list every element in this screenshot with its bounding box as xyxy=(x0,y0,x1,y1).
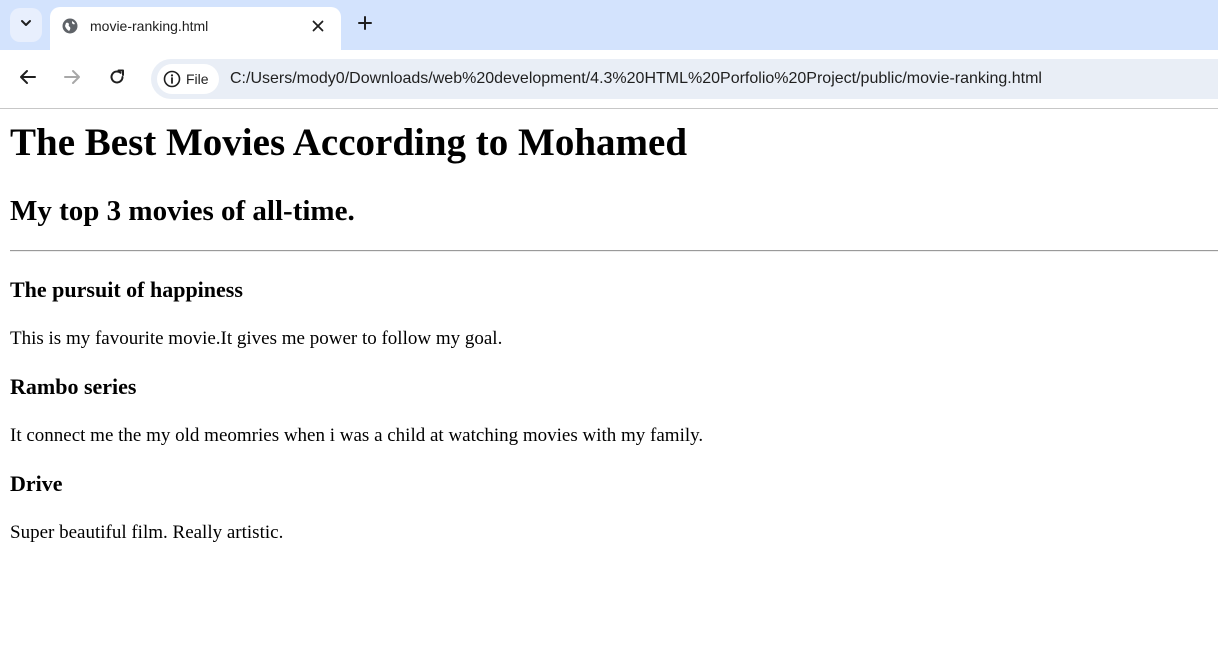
browser-toolbar: File C:/Users/mody0/Downloads/web%20deve… xyxy=(0,50,1218,109)
reload-icon xyxy=(108,68,126,91)
movie-title-1: The pursuit of happiness xyxy=(10,277,243,302)
page-title: The Best Movies According to Mohamed xyxy=(10,121,688,164)
info-icon xyxy=(163,70,181,88)
site-info-chip[interactable]: File xyxy=(157,64,219,94)
movie-title-3: Drive xyxy=(10,471,63,496)
tab-search-button[interactable] xyxy=(10,8,42,42)
close-icon[interactable] xyxy=(308,16,328,36)
address-bar[interactable]: File C:/Users/mody0/Downloads/web%20deve… xyxy=(151,59,1218,99)
movie-description-2: It connect me the my old meomries when i… xyxy=(10,425,704,446)
back-button[interactable] xyxy=(14,65,42,93)
arrow-left-icon xyxy=(19,68,37,91)
divider xyxy=(10,250,1218,252)
plus-icon xyxy=(357,15,373,36)
tab-title: movie-ranking.html xyxy=(90,18,209,34)
reload-button[interactable] xyxy=(103,65,131,93)
movie-description-1: This is my favourite movie.It gives me p… xyxy=(10,328,503,349)
movie-title-2: Rambo series xyxy=(10,374,137,399)
globe-icon xyxy=(62,18,78,34)
chevron-down-icon xyxy=(19,16,33,35)
arrow-right-icon xyxy=(63,68,81,91)
movie-description-3: Super beautiful film. Really artistic. xyxy=(10,522,284,543)
url-text[interactable]: C:/Users/mody0/Downloads/web%20developme… xyxy=(230,69,1042,89)
tab-strip: movie-ranking.html xyxy=(0,0,1218,50)
tab-movie-ranking[interactable]: movie-ranking.html xyxy=(50,7,341,50)
page-subtitle: My top 3 movies of all-time. xyxy=(10,195,355,227)
new-tab-button[interactable] xyxy=(352,12,378,38)
forward-button[interactable] xyxy=(58,65,86,93)
site-info-label: File xyxy=(186,71,209,87)
page-content: The Best Movies According to Mohamed My … xyxy=(0,109,1218,647)
